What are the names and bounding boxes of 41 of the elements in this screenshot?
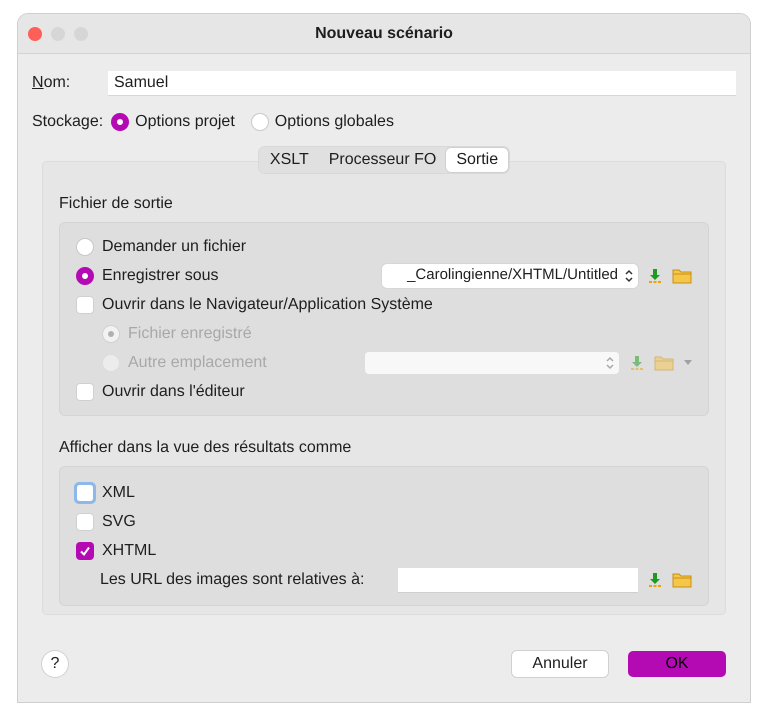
tab[interactable]: Sortie: [446, 148, 508, 172]
window-title: Nouveau scénario: [314, 24, 454, 44]
name-field[interactable]: Samuel: [108, 71, 736, 95]
radio-button[interactable]: [111, 113, 130, 131]
radio-button[interactable]: [250, 113, 269, 131]
storage-label: Stockage:: [32, 112, 104, 132]
format-label: SVG: [102, 512, 136, 532]
download-icon[interactable]: [648, 268, 662, 284]
tab[interactable]: XSLT: [260, 148, 319, 172]
cancel-button[interactable]: Annuler: [512, 651, 608, 677]
tab[interactable]: Processeur FO: [318, 148, 446, 172]
help-button[interactable]: ?: [42, 651, 68, 677]
image-url-label: Les URL des images sont relatives à:: [100, 570, 364, 590]
section-title: Afficher dans la vue des résultats comme: [59, 438, 352, 458]
storage-option: Options projet: [135, 110, 235, 134]
radio-button[interactable]: [76, 266, 94, 284]
path-value: _Carolingienne/XHTML/Untitled: [407, 266, 618, 284]
radio-button[interactable]: [76, 238, 94, 256]
folder-icon[interactable]: [672, 268, 692, 284]
path-combo[interactable]: _Carolingienne/XHTML/Untitled: [382, 264, 638, 288]
checkbox[interactable]: [76, 542, 94, 560]
checkbox[interactable]: [76, 382, 94, 400]
format-label: XHTML: [102, 540, 156, 560]
option-label: Ouvrir dans le Navigateur/Application Système: [102, 294, 433, 314]
close-button[interactable]: [28, 26, 42, 40]
section-title: Fichier de sortie: [59, 194, 174, 214]
checkmark-icon: [79, 544, 91, 556]
download-icon[interactable]: [648, 572, 662, 588]
storage-option: Options globales: [274, 110, 394, 134]
option-label: Demander un fichier: [102, 236, 246, 256]
stepper-icon: [624, 268, 634, 282]
checkbox[interactable]: [76, 512, 94, 530]
option-label: Enregistrer sous: [102, 266, 218, 286]
folder-icon[interactable]: [672, 572, 692, 588]
image-url-field[interactable]: [398, 568, 638, 592]
name-label: Nom:: [32, 73, 72, 93]
ok-button[interactable]: OK: [628, 651, 726, 677]
checkbox[interactable]: [76, 296, 94, 314]
stepper-icon: [605, 356, 615, 370]
format-label: XML: [102, 482, 135, 502]
option-label: Ouvrir dans l'éditeur: [102, 382, 245, 402]
